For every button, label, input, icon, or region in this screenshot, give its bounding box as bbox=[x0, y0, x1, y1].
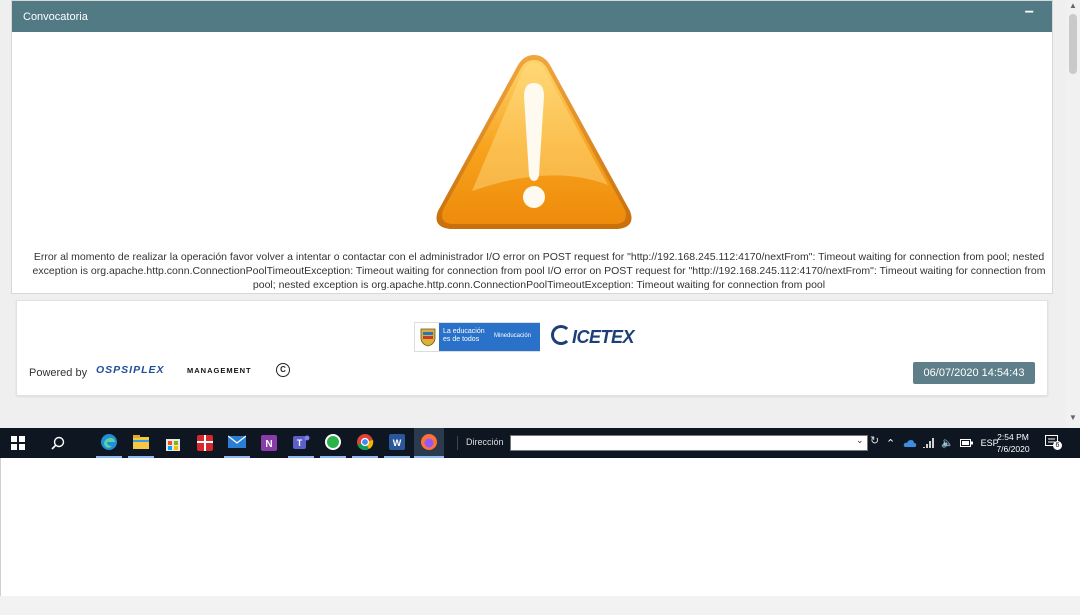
show-hidden-icons-icon[interactable]: ⌃ bbox=[886, 437, 895, 450]
taskbar-file-explorer[interactable] bbox=[128, 428, 154, 458]
store-icon bbox=[166, 439, 180, 451]
start-button[interactable] bbox=[6, 428, 30, 458]
onedrive-icon[interactable] bbox=[903, 439, 917, 448]
svg-text:N: N bbox=[265, 439, 272, 450]
mail-icon bbox=[228, 435, 246, 448]
bottom-strip bbox=[0, 596, 1080, 615]
chrome-icon bbox=[357, 434, 374, 451]
file-explorer-icon bbox=[133, 435, 149, 449]
address-go-icon[interactable]: ↻ bbox=[870, 434, 879, 447]
windows-start-icon bbox=[11, 436, 25, 450]
clock-date: 7/6/2020 bbox=[996, 444, 1030, 454]
timestamp-badge: 06/07/2020 14:54:43 bbox=[913, 362, 1035, 384]
mineducacion-logo: La educación es de todos Mineducación bbox=[414, 322, 540, 352]
taskbar-teams[interactable]: T bbox=[288, 428, 314, 458]
copyright-icon: C bbox=[276, 363, 290, 377]
volume-icon[interactable]: 🔈 bbox=[941, 438, 953, 449]
word-icon: W bbox=[389, 434, 405, 450]
vertical-scrollbar[interactable]: ▲ ▼ bbox=[1066, 0, 1080, 428]
taskbar-search-button[interactable] bbox=[46, 428, 70, 458]
taskbar-chrome[interactable] bbox=[352, 428, 378, 458]
colombia-shield-icon bbox=[420, 328, 436, 347]
window-left-edge bbox=[0, 458, 1, 596]
scroll-down-icon[interactable]: ▼ bbox=[1069, 414, 1077, 422]
taskbar-gift[interactable] bbox=[192, 428, 218, 458]
system-clock[interactable]: 2:54 PM 7/6/2020 bbox=[992, 431, 1034, 455]
warning-icon bbox=[436, 55, 632, 229]
mineducacion-name: Mineducación bbox=[494, 333, 532, 339]
panel-header: Convocatoria − bbox=[12, 1, 1052, 32]
icetex-logo: ICETEX bbox=[551, 325, 635, 348]
page-footer: La educación es de todos Mineducación IC… bbox=[16, 300, 1048, 396]
powered-by-label: Powered by bbox=[29, 367, 88, 379]
address-toolbar-label: Dirección bbox=[466, 437, 504, 447]
gift-icon bbox=[197, 435, 213, 451]
panel-title: Convocatoria bbox=[23, 11, 88, 23]
onenote-icon: N bbox=[261, 435, 277, 451]
notification-count-badge: 6 bbox=[1053, 441, 1062, 450]
taskbar-firefox[interactable] bbox=[414, 428, 444, 458]
taskbar-onenote[interactable]: N bbox=[256, 428, 282, 458]
icetex-text: ICETEX bbox=[572, 327, 635, 347]
scroll-up-icon[interactable]: ▲ bbox=[1069, 2, 1077, 10]
ospsiplex-logo: OSPSIPLEX bbox=[96, 364, 165, 376]
whatsapp-icon bbox=[325, 434, 341, 450]
taskbar-word[interactable]: W bbox=[384, 428, 410, 458]
scroll-thumb[interactable] bbox=[1069, 14, 1077, 74]
taskbar-store[interactable] bbox=[160, 428, 186, 458]
icetex-swoosh-icon bbox=[551, 325, 571, 345]
browser-viewport: Convocatoria − Error al momento de reali… bbox=[0, 0, 1080, 428]
wifi-icon[interactable] bbox=[923, 437, 935, 449]
system-tray: ⌃ 🔈 ESP bbox=[886, 428, 999, 458]
clock-time: 2:54 PM bbox=[997, 432, 1029, 442]
windows-taskbar: N T W Dirección ⌄ ↻ ⌃ 🔈 ESP 2:54 PM 7/6/… bbox=[0, 428, 1080, 458]
search-icon bbox=[51, 436, 65, 450]
error-message: Error al momento de realizar la operació… bbox=[32, 251, 1046, 291]
address-dropdown-icon[interactable]: ⌄ bbox=[856, 435, 864, 446]
taskbar-mail[interactable] bbox=[224, 428, 250, 458]
action-center-button[interactable]: 6 bbox=[1045, 435, 1062, 450]
svg-text:W: W bbox=[393, 438, 402, 448]
address-input[interactable] bbox=[510, 435, 868, 451]
firefox-icon bbox=[421, 434, 437, 450]
taskbar-separator bbox=[457, 436, 458, 450]
mineducacion-slogan: La educación es de todos bbox=[443, 328, 485, 343]
taskbar-whatsapp[interactable] bbox=[320, 428, 346, 458]
taskbar-edge[interactable] bbox=[96, 428, 122, 458]
convocatoria-panel: Convocatoria − Error al momento de reali… bbox=[11, 0, 1053, 294]
teams-icon: T bbox=[293, 435, 310, 449]
battery-icon[interactable] bbox=[959, 439, 973, 447]
edge-icon bbox=[101, 434, 117, 450]
collapse-button[interactable]: − bbox=[1025, 4, 1034, 22]
svg-text:T: T bbox=[297, 438, 303, 448]
mineducacion-banner: La educación es de todos Mineducación bbox=[439, 323, 540, 351]
ospsiplex-management-text: MANAGEMENT bbox=[187, 366, 252, 375]
